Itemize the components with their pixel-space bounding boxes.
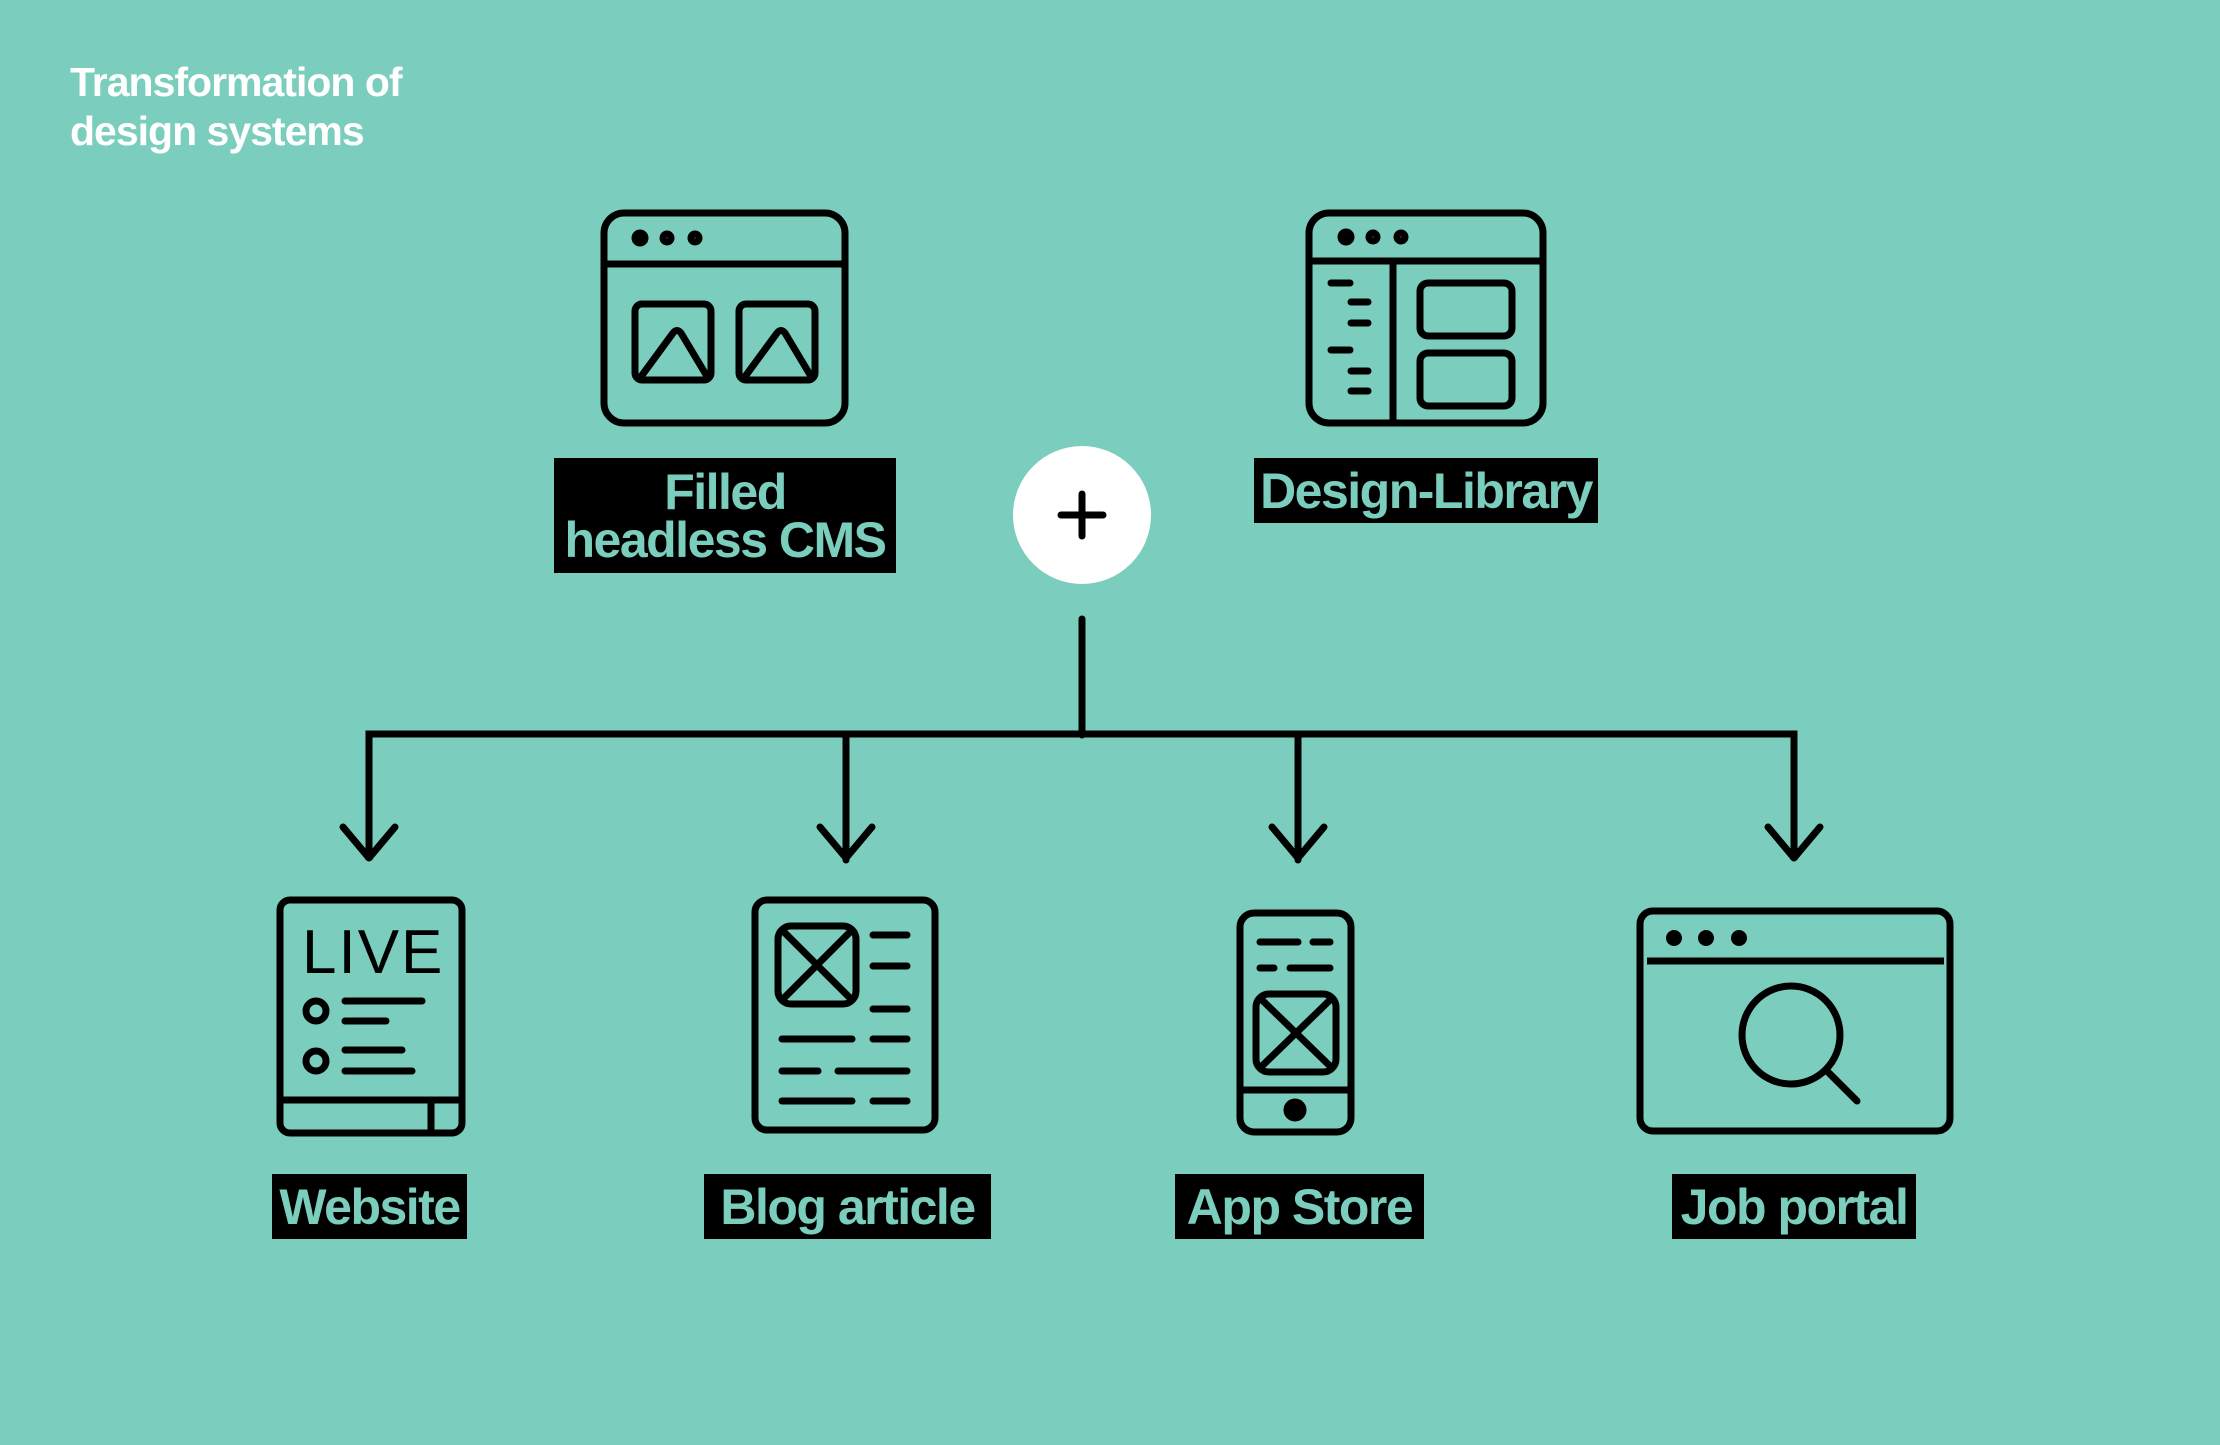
window-dot (1731, 930, 1747, 946)
label-design-library: Design-Library (1254, 458, 1598, 523)
branch-line (365, 730, 1798, 860)
window-dot (1666, 930, 1682, 946)
article-icon (751, 896, 939, 1134)
branch-connector (339, 615, 1824, 864)
window-dot (631, 229, 649, 247)
combine-plus-button[interactable] (1013, 446, 1151, 584)
window-dot (1337, 228, 1355, 246)
browser-images-icon (600, 209, 849, 427)
label-cms-line-1: Filled (664, 463, 787, 520)
window-dot (659, 230, 675, 246)
label-blog-article: Blog article (704, 1174, 991, 1239)
window-dot (1393, 229, 1409, 245)
window-dot (1365, 229, 1381, 245)
mountain-glyph (636, 327, 712, 382)
live-text: LIVE (302, 918, 444, 987)
bullet (302, 997, 330, 1025)
window-dot (1698, 930, 1714, 946)
browser-search-icon (1636, 907, 1954, 1135)
smartphone-icon (1236, 909, 1355, 1136)
content-block (1416, 279, 1516, 340)
window-dot (687, 230, 703, 246)
home-button (1283, 1098, 1307, 1122)
label-app-store: App Store (1175, 1174, 1424, 1239)
browser-layout-icon (1305, 209, 1547, 427)
browser-frame (1636, 907, 1954, 1135)
label-cms-line-2: headless CMS (564, 511, 887, 568)
label-job-portal: Job portal (1672, 1174, 1916, 1239)
label-headless-cms: Filled headless CMS (554, 458, 896, 573)
label-website: Website (272, 1174, 467, 1239)
bullet (302, 1047, 330, 1075)
mountain-glyph (740, 327, 816, 382)
live-page-icon: LIVE (276, 896, 466, 1137)
plus-icon (1057, 490, 1107, 540)
content-block (1416, 349, 1516, 410)
magnifier-handle (1823, 1067, 1861, 1105)
